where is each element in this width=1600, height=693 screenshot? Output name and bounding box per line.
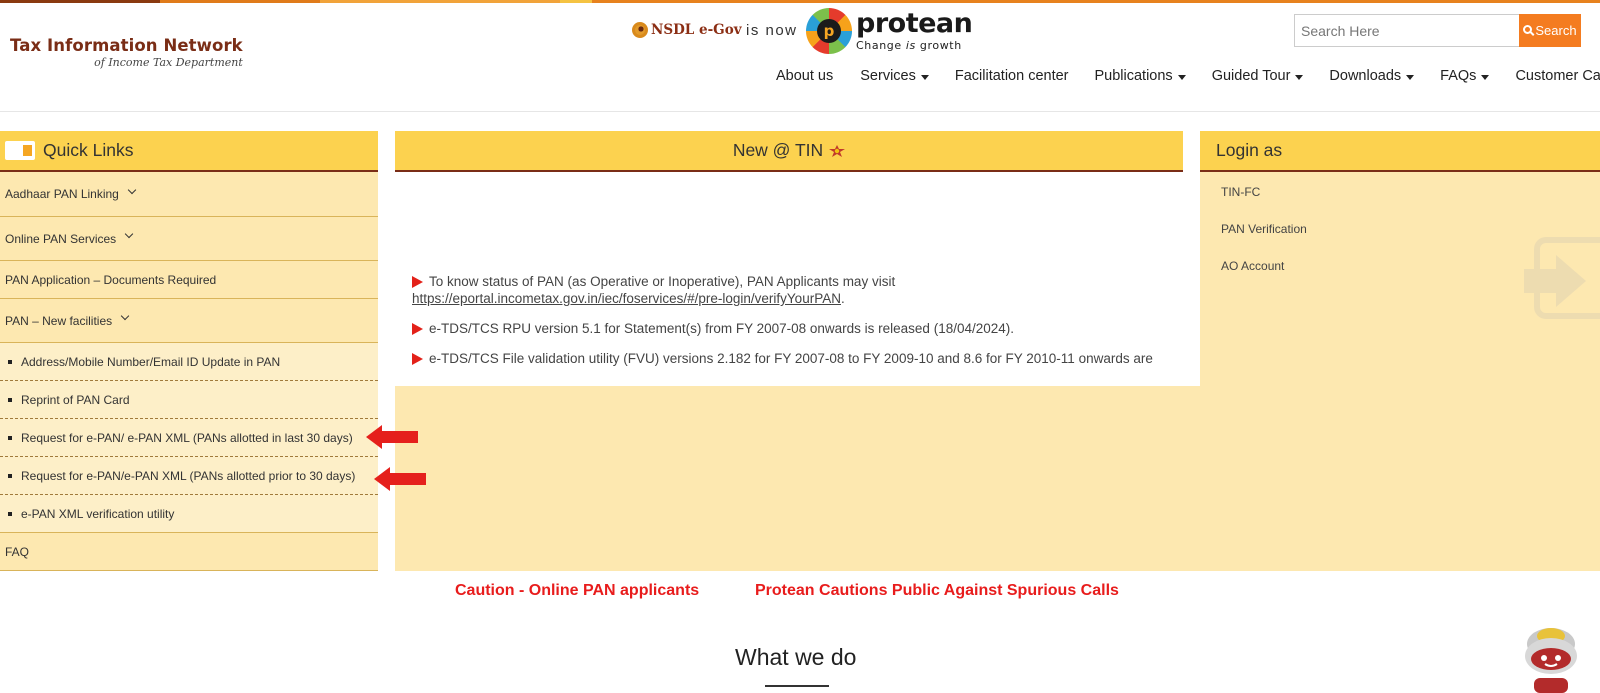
red-arrow-icon [366, 425, 418, 449]
quick-link-label: e-PAN XML verification utility [21, 506, 175, 521]
caution-spurious-calls-link[interactable]: Protean Cautions Public Against Spurious… [755, 582, 1119, 600]
nsdl-logo-text: NSDL e-Gov [651, 22, 742, 38]
protean-logo: p protean Change is growth [806, 8, 973, 54]
search-input[interactable] [1294, 14, 1519, 47]
login-ao-account[interactable]: AO Account [1221, 259, 1284, 273]
caret-down-icon [1406, 74, 1415, 80]
login-title: Login as [1216, 140, 1283, 160]
chatbot-icon[interactable] [1520, 626, 1582, 693]
quick-link-address-update[interactable]: Address/Mobile Number/Email ID Update in… [0, 343, 378, 381]
quick-link-label: Request for e-PAN/e-PAN XML (PANs allott… [21, 468, 356, 483]
quick-link-faq[interactable]: FAQ [0, 533, 378, 571]
quick-link-label: Request for e-PAN/ e-PAN XML (PANs allot… [21, 430, 353, 445]
caret-down-icon [920, 74, 929, 80]
section-title: What we do [735, 644, 857, 670]
news-header: New @ TIN [395, 131, 1183, 172]
nsdl-egov-logo: NSDL e-Gov [632, 22, 742, 38]
quick-link-epan-xml-verification[interactable]: e-PAN XML verification utility [0, 495, 378, 533]
quick-link-pan-new-facilities[interactable]: PAN – New facilities [0, 299, 378, 343]
content-background [395, 386, 1600, 571]
quick-link-label: PAN Application – Documents Required [5, 272, 217, 287]
nav-facilitation-center[interactable]: Facilitation center [955, 68, 1069, 84]
top-color-stripe [0, 0, 1600, 3]
bullet-icon [8, 397, 12, 402]
quick-link-epan-last-30-days[interactable]: Request for e-PAN/ e-PAN XML (PANs allot… [0, 419, 378, 457]
search-button[interactable]: Search [1519, 14, 1581, 47]
news-item-text: e-TDS/TCS RPU version 5.1 for Statement(… [429, 321, 1015, 336]
quick-links-panel: Quick Links Aadhaar PAN Linking Online P… [0, 131, 378, 571]
nav-customer-care[interactable]: Customer Care [1515, 68, 1600, 84]
quick-links-title: Quick Links [43, 140, 134, 160]
quick-link-pan-application-documents[interactable]: PAN Application – Documents Required [0, 261, 378, 299]
login-panel: Login as TIN-FC PAN Verification AO Acco… [1200, 131, 1600, 386]
quick-link-label: Reprint of PAN Card [21, 392, 130, 407]
bullet-icon [8, 473, 12, 478]
quick-link-label: Address/Mobile Number/Email ID Update in… [21, 354, 281, 369]
quick-links-header: Quick Links [0, 131, 378, 172]
quick-link-label: Aadhaar PAN Linking [5, 187, 119, 201]
login-pan-verification[interactable]: PAN Verification [1221, 222, 1307, 236]
bullet-icon [8, 435, 12, 440]
header-divider [0, 111, 1600, 112]
chevron-down-icon [127, 185, 137, 194]
protean-logo-icon: p [806, 8, 852, 54]
search-bar: Search [1294, 14, 1581, 47]
quick-links-icon [5, 141, 35, 160]
is-now-text: is now [746, 22, 798, 39]
new-badge-icon [829, 144, 846, 157]
news-item-suffix: . [840, 291, 845, 306]
quick-link-aadhaar-pan-linking[interactable]: Aadhaar PAN Linking [0, 172, 378, 217]
login-arrow-icon [1524, 269, 1556, 293]
play-bullet-icon [412, 276, 423, 288]
nav-guided-tour[interactable]: Guided Tour [1212, 68, 1304, 84]
red-arrow-icon [374, 467, 426, 491]
caret-down-icon [1295, 74, 1304, 80]
bullet-icon [8, 511, 12, 516]
nav-about-us[interactable]: About us [776, 68, 833, 84]
search-icon [1523, 25, 1533, 34]
quick-link-label: Online PAN Services [5, 231, 117, 246]
quick-link-epan-prior-30-days[interactable]: Request for e-PAN/e-PAN XML (PANs allott… [0, 457, 378, 495]
quick-link-reprint-pan[interactable]: Reprint of PAN Card [0, 381, 378, 419]
news-item[interactable]: e-TDS/TCS RPU version 5.1 for Statement(… [412, 320, 1014, 337]
brand-logo[interactable]: Tax Information Network of Income Tax De… [10, 36, 243, 69]
chevron-down-icon [124, 229, 134, 239]
protean-name: protean [856, 8, 973, 39]
search-button-label: Search [1535, 23, 1577, 38]
verify-pan-link[interactable]: https://eportal.incometax.gov.in/iec/fos… [412, 291, 841, 306]
chevron-down-icon [120, 311, 130, 321]
nav-faqs[interactable]: FAQs [1440, 68, 1490, 84]
news-title: New @ TIN [732, 140, 824, 160]
main-nav: About us Services Facilitation center Pu… [776, 68, 1600, 84]
news-item-text: To know status of PAN (as Operative or I… [429, 274, 896, 289]
quick-link-label: PAN – New facilities [5, 313, 113, 328]
quick-link-online-pan-services[interactable]: Online PAN Services [0, 217, 378, 261]
brand-title: Tax Information Network [10, 36, 243, 55]
protean-tagline: Change is growth [856, 39, 962, 52]
login-tin-fc[interactable]: TIN-FC [1221, 185, 1260, 199]
news-body: To know status of PAN (as Operative or I… [395, 172, 1200, 386]
caret-down-icon [1481, 74, 1490, 80]
news-item[interactable]: e-TDS/TCS File validation utility (FVU) … [412, 350, 1153, 367]
nsdl-logo-icon [632, 22, 648, 38]
news-item-text: e-TDS/TCS File validation utility (FVU) … [429, 351, 1153, 366]
news-panel-header-wrap: New @ TIN [395, 131, 1183, 172]
news-item: To know status of PAN (as Operative or I… [412, 273, 895, 307]
play-bullet-icon [412, 353, 423, 365]
caution-online-pan-link[interactable]: Caution - Online PAN applicants [455, 582, 699, 600]
section-title-underline [765, 685, 829, 687]
nav-downloads[interactable]: Downloads [1329, 68, 1415, 84]
play-bullet-icon [412, 323, 423, 335]
brand-subtitle: of Income Tax Department [94, 56, 243, 69]
bullet-icon [8, 359, 12, 364]
login-header: Login as [1200, 131, 1600, 172]
caret-down-icon [1177, 74, 1186, 80]
nav-services[interactable]: Services [860, 68, 929, 84]
login-arrow-head-icon [1556, 255, 1586, 307]
nav-publications[interactable]: Publications [1095, 68, 1186, 84]
quick-link-label: FAQ [5, 544, 30, 559]
